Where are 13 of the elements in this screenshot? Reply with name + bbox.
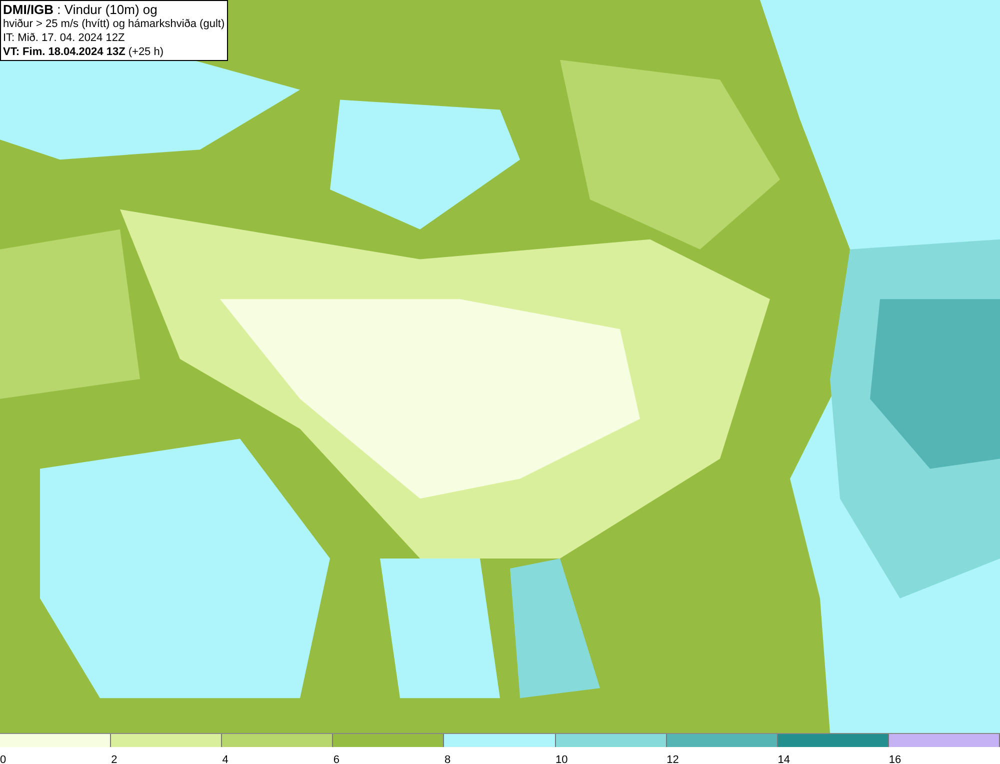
scale-tick-label: 10: [556, 754, 568, 764]
info-text: hviður > 25 m/s (hvítt) og hámarkshviða (gult): [3, 17, 225, 31]
scale-tick-label: 6: [333, 754, 340, 764]
scale-tick-label: 12: [666, 754, 679, 764]
info-text: IT: Mið. 17. 04. 2024 12Z: [3, 31, 126, 45]
scale-tick-label: 14: [778, 754, 790, 764]
scale-tick-label: 4: [222, 754, 228, 764]
scale-tick-label: 2: [111, 754, 118, 764]
info-text: DMI/IGB : Vindur (10m) og: [3, 2, 158, 17]
scale-tick-label: 8: [444, 754, 451, 764]
scale-tick-label: 0: [0, 754, 6, 764]
scale-tick-label: 16: [888, 754, 902, 764]
info-text: VT: Fim. 18.04.2024 13Z (+25 h): [3, 45, 165, 59]
